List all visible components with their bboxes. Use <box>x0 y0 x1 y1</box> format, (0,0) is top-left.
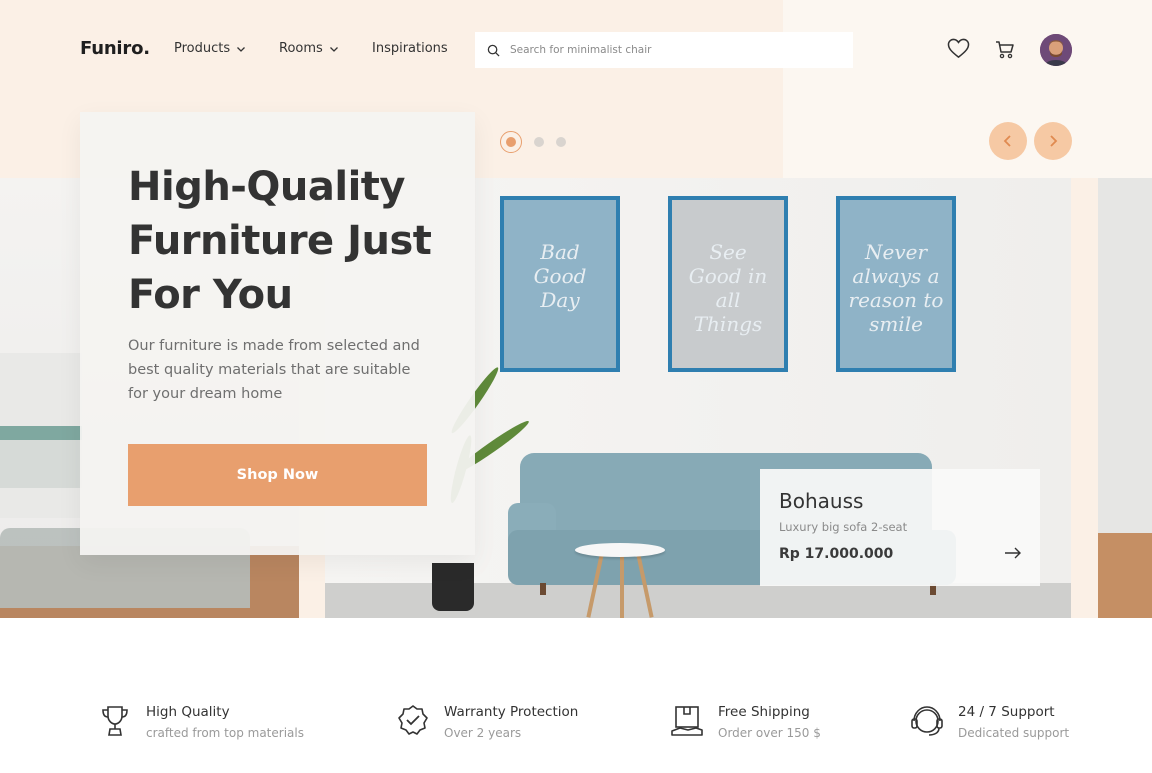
next-slide-button[interactable] <box>1034 122 1072 160</box>
hero-description: Our furniture is made from selected and … <box>128 338 420 402</box>
frame-art: Bad Good Day <box>533 240 587 312</box>
search-input[interactable] <box>510 44 830 56</box>
sofa-leg <box>540 583 546 595</box>
nav-products[interactable]: Products <box>174 41 246 56</box>
cart-icon[interactable] <box>995 40 1015 59</box>
heart-icon[interactable] <box>947 38 970 59</box>
wall-frame: Never always a reason to smile <box>836 196 956 372</box>
chevron-right-icon <box>1050 135 1058 147</box>
nav-label: Inspirations <box>372 41 448 56</box>
hero-title-line: For You <box>128 272 293 318</box>
search-icon <box>487 44 500 57</box>
feature-title: Warranty Protection <box>444 704 579 720</box>
side-table <box>575 543 665 557</box>
search-bar[interactable] <box>475 32 853 68</box>
trophy-icon <box>102 706 128 736</box>
feature-subtitle: Dedicated support <box>958 726 1070 740</box>
feature-subtitle: Over 2 years <box>444 726 522 740</box>
feature-item: 24 / 7 Support Dedicated support <box>910 702 1069 744</box>
wall-frame: Bad Good Day <box>500 196 620 372</box>
chevron-left-icon <box>1003 135 1011 147</box>
prev-slide-button[interactable] <box>989 122 1027 160</box>
feature-title: High Quality <box>146 704 230 720</box>
nav-label: Rooms <box>279 41 323 56</box>
bed-stripe <box>0 426 82 440</box>
carousel-dots <box>500 131 566 153</box>
product-card[interactable]: Bohauss Luxury big sofa 2-seat Rp 17.000… <box>760 469 1040 586</box>
nav-label: Products <box>174 41 231 56</box>
user-avatar-icon <box>1040 34 1072 66</box>
hero-title: High-Quality Furniture Just For You <box>128 160 458 322</box>
hero-title-line: Furniture Just <box>128 218 432 264</box>
site-header: Funiro. Products Rooms Inspirations <box>0 0 1152 100</box>
chevron-down-icon <box>329 46 338 52</box>
chevron-down-icon <box>237 46 246 52</box>
product-price: Rp 17.000.000 <box>779 546 894 562</box>
headset-icon <box>911 706 943 736</box>
carousel-dot[interactable] <box>556 137 566 147</box>
hero-title-line: High-Quality <box>128 164 406 210</box>
image-divider <box>1071 178 1098 618</box>
arrow-right-icon[interactable] <box>1004 546 1022 560</box>
product-name: Bohauss <box>779 489 864 513</box>
feature-item: Warranty Protection Over 2 years <box>396 702 578 744</box>
frame-art: Never always a reason to smile <box>848 240 944 336</box>
shipping-box-icon <box>671 706 703 736</box>
nav-inspirations[interactable]: Inspirations <box>372 41 448 56</box>
shop-now-button[interactable]: Shop Now <box>128 444 427 506</box>
feature-title: 24 / 7 Support <box>958 704 1055 720</box>
wall-frame: See Good in all Things <box>668 196 788 372</box>
avatar[interactable] <box>1040 34 1072 66</box>
nav-rooms[interactable]: Rooms <box>279 41 339 56</box>
feature-item: High Quality crafted from top materials <box>98 702 304 744</box>
next-slide-floor <box>1098 533 1152 618</box>
frame-art: See Good in all Things <box>688 240 768 336</box>
features-row: High Quality crafted from top materials … <box>0 690 1152 750</box>
table-leg <box>620 554 624 618</box>
feature-title: Free Shipping <box>718 704 810 720</box>
logo[interactable]: Funiro. <box>80 38 150 59</box>
carousel-dot[interactable] <box>534 137 544 147</box>
plant-pot <box>432 563 474 611</box>
feature-subtitle: crafted from top materials <box>146 726 304 740</box>
hero-card: High-Quality Furniture Just For You Our … <box>80 112 475 555</box>
carousel-dot-active[interactable] <box>500 131 522 153</box>
feature-subtitle: Order over 150 $ <box>718 726 821 740</box>
badge-check-icon <box>398 705 428 735</box>
feature-item: Free Shipping Order over 150 $ <box>670 702 821 744</box>
product-subtitle: Luxury big sofa 2-seat <box>779 520 908 534</box>
